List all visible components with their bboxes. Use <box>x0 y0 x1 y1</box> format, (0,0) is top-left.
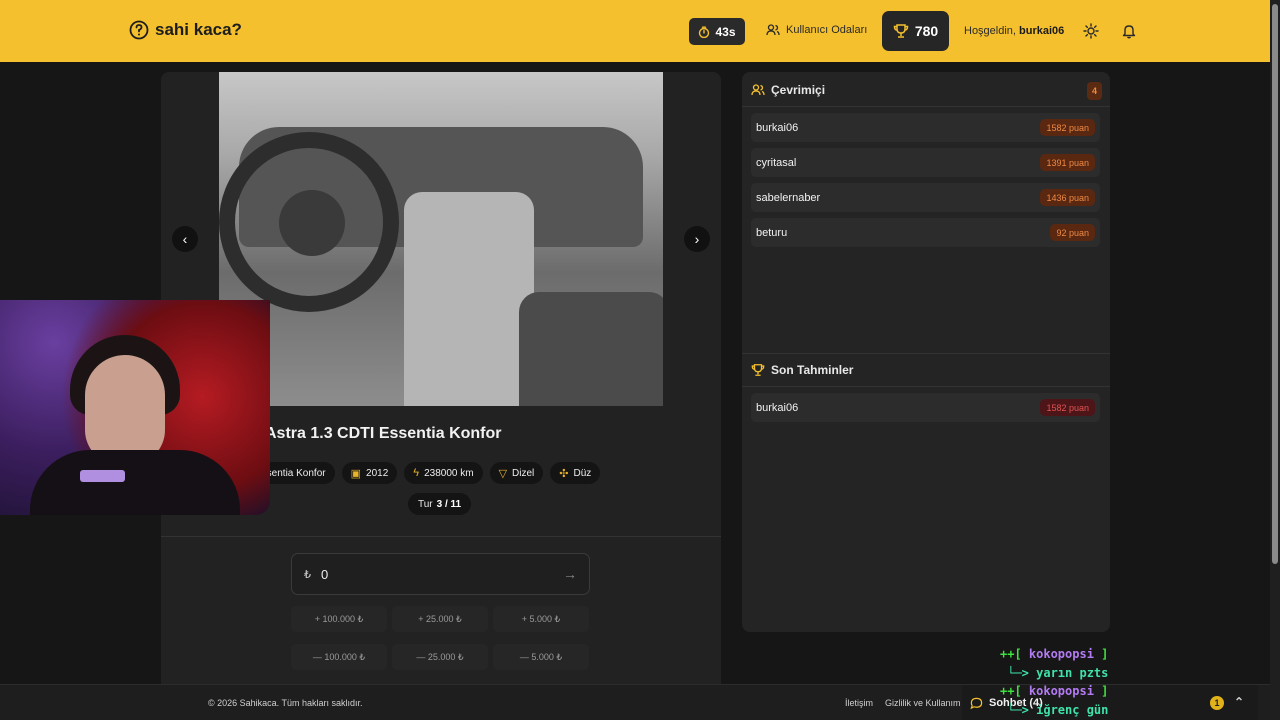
webcam-shirt-shape <box>30 450 240 515</box>
online-user-row[interactable]: beturu 92 puan <box>751 218 1100 247</box>
chevron-right-icon: › <box>694 231 700 247</box>
arrow-right-icon[interactable]: → <box>563 566 577 582</box>
online-user-row[interactable]: burkai06 1582 puan <box>751 113 1100 142</box>
car-photo[interactable] <box>219 72 663 406</box>
chat-user-line: ++[ kokopopsi ] <box>1000 647 1109 661</box>
online-title: Çevrimiçi <box>771 82 826 97</box>
points-badge: 1582 puan <box>1040 119 1095 136</box>
price-adjust-buttons: + 100.000 ₺ + 25.000 ₺ + 5.000 ₺ — 100.0… <box>291 606 590 670</box>
spec-mileage: ϟ 238000 km <box>404 462 483 484</box>
user-rooms-link[interactable]: Kullanıcı Odaları <box>766 24 867 36</box>
chip-text: Düz <box>573 467 592 479</box>
online-header: Çevrimiçi 4 <box>742 73 1110 107</box>
car-specs: Essentia Konfor ▣ 2012 ϟ 238000 km ▽ Diz… <box>246 462 601 484</box>
car-title: Astra 1.3 CDTI Essentia Konfor <box>265 425 502 442</box>
chat-message-line: └─> yarın pzts <box>1000 665 1109 680</box>
photo-console-shape <box>404 192 534 406</box>
question-circle-icon <box>129 20 149 40</box>
chat-notification-badge: 1 <box>1210 696 1224 710</box>
online-user-row[interactable]: cyritasal 1391 puan <box>751 148 1100 177</box>
welcome-username[interactable]: burkai06 <box>1019 25 1064 37</box>
section-divider <box>161 536 721 537</box>
chevron-left-icon: ‹ <box>182 231 188 247</box>
rooms-label: Kullanıcı Odaları <box>786 24 868 36</box>
user-name: sabelernaber <box>756 191 821 204</box>
chat-bubble-icon <box>970 697 983 709</box>
side-panel: Çevrimiçi 4 burkai06 1582 puan cyritasal… <box>742 72 1110 632</box>
copyright-text: © 2026 Sahikaca. Tüm hakları saklıdır. <box>208 698 363 708</box>
calendar-icon: ▣ <box>350 467 362 480</box>
scrollbar-thumb[interactable] <box>1272 4 1278 564</box>
chat-user-line: ++[ kokopopsi ] <box>1000 684 1109 698</box>
chip-text: 238000 km <box>424 467 474 479</box>
site-logo[interactable]: sahi kaca? <box>129 20 242 40</box>
welcome-text: Hoşgeldin, burkai06 <box>964 25 1064 37</box>
points-badge: 92 puan <box>1050 224 1095 241</box>
round-indicator: Tur 3 / 11 <box>408 493 472 515</box>
score-button[interactable]: 780 <box>882 11 949 51</box>
prev-photo-button[interactable]: ‹ <box>172 226 198 252</box>
add-100000-button[interactable]: + 100.000 ₺ <box>291 606 387 632</box>
subtract-5000-button[interactable]: — 5.000 ₺ <box>493 644 589 670</box>
users-icon <box>751 83 765 95</box>
trophy-icon <box>893 24 909 38</box>
gear-icon: ✣ <box>559 467 569 480</box>
spec-fuel: ▽ Dizel <box>489 462 544 484</box>
photo-seat-shape <box>519 292 663 406</box>
bell-icon[interactable] <box>1121 23 1137 39</box>
users-icon <box>766 24 780 36</box>
round-label: Tur <box>418 498 433 510</box>
currency-symbol: ₺ <box>304 568 311 581</box>
timer-value: 43s <box>715 24 736 39</box>
welcome-prefix: Hoşgeldin, <box>964 25 1016 37</box>
chip-text: 2012 <box>366 467 389 479</box>
guess-value[interactable]: 0 <box>321 567 563 582</box>
subtract-100000-button[interactable]: — 100.000 ₺ <box>291 644 387 670</box>
user-name: cyritasal <box>756 156 797 169</box>
sun-icon[interactable] <box>1083 23 1099 39</box>
round-value: 3 / 11 <box>436 498 462 510</box>
subtract-25000-button[interactable]: — 25.000 ₺ <box>392 644 488 670</box>
photo-wheel-hub-shape <box>279 190 345 256</box>
add-5000-button[interactable]: + 5.000 ₺ <box>493 606 589 632</box>
chevron-up-icon[interactable]: ⌃ <box>1234 695 1244 709</box>
top-header: sahi kaca? 43s Kullanıcı Odaları 780 Hoş… <box>0 0 1270 62</box>
recent-guesses-header: Son Tahminler <box>742 353 1110 387</box>
contact-link[interactable]: İletişim <box>845 698 873 708</box>
online-count-badge: 4 <box>1087 82 1102 100</box>
recent-guess-row: burkai06 1582 puan <box>751 393 1100 422</box>
spec-transmission: ✣ Düz <box>550 462 601 484</box>
webcam-overlay <box>0 300 270 515</box>
webcam-mic-shape <box>80 470 125 482</box>
points-badge: 1436 puan <box>1040 189 1095 206</box>
stream-chat-overlay: ++[ kokopopsi ] └─> yarın pzts ++[ kokop… <box>1000 645 1108 719</box>
recent-guesses-title: Son Tahminler <box>771 363 854 377</box>
chat-message-line: └─> iğrenç gün <box>1000 702 1109 717</box>
points-badge: 1391 puan <box>1040 154 1095 171</box>
page-scrollbar[interactable] <box>1270 0 1280 720</box>
logo-text: sahi kaca? <box>155 20 242 39</box>
score-value: 780 <box>914 23 939 39</box>
bolt-icon: ϟ <box>413 467 420 479</box>
price-guess-input[interactable]: ₺ 0 → <box>291 553 590 595</box>
stopwatch-icon <box>699 26 710 38</box>
user-name: burkai06 <box>756 401 799 414</box>
points-badge: 1582 puan <box>1040 399 1095 416</box>
trophy-icon <box>751 364 765 376</box>
round-timer: 43s <box>689 18 745 45</box>
add-25000-button[interactable]: + 25.000 ₺ <box>392 606 488 632</box>
online-user-row[interactable]: sabelernaber 1436 puan <box>751 183 1100 212</box>
webcam-face-shape <box>85 355 165 465</box>
user-name: burkai06 <box>756 121 799 134</box>
privacy-link[interactable]: Gizlilik ve Kullanım <box>885 698 961 708</box>
user-name: beturu <box>756 226 788 239</box>
chip-text: Dizel <box>512 467 535 479</box>
spec-year: ▣ 2012 <box>341 462 398 484</box>
next-photo-button[interactable]: › <box>684 226 710 252</box>
fuel-icon: ▽ <box>498 467 508 480</box>
